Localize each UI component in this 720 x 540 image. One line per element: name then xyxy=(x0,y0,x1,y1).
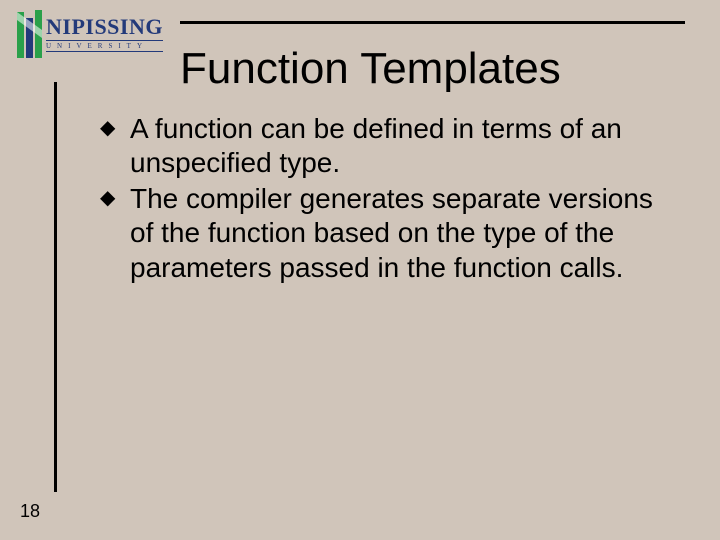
logo-sub: UNIVERSITY xyxy=(46,40,163,52)
bullet-item: The compiler generates separate versions… xyxy=(100,182,660,284)
horizontal-rule xyxy=(180,21,685,24)
vertical-rule xyxy=(54,82,57,492)
logo: NIPISSING UNIVERSITY xyxy=(14,6,179,62)
logo-word: NIPISSING xyxy=(46,16,163,38)
page-number: 18 xyxy=(20,501,40,522)
bullet-text: A function can be defined in terms of an… xyxy=(130,113,622,178)
bullet-item: A function can be defined in terms of an… xyxy=(100,112,660,180)
logo-text: NIPISSING UNIVERSITY xyxy=(46,16,163,52)
logo-mark-icon xyxy=(14,8,44,60)
slide: NIPISSING UNIVERSITY Function Templates … xyxy=(0,0,720,540)
bullet-text: The compiler generates separate versions… xyxy=(130,183,653,282)
slide-body: A function can be defined in terms of an… xyxy=(100,112,660,287)
slide-title: Function Templates xyxy=(180,44,700,94)
